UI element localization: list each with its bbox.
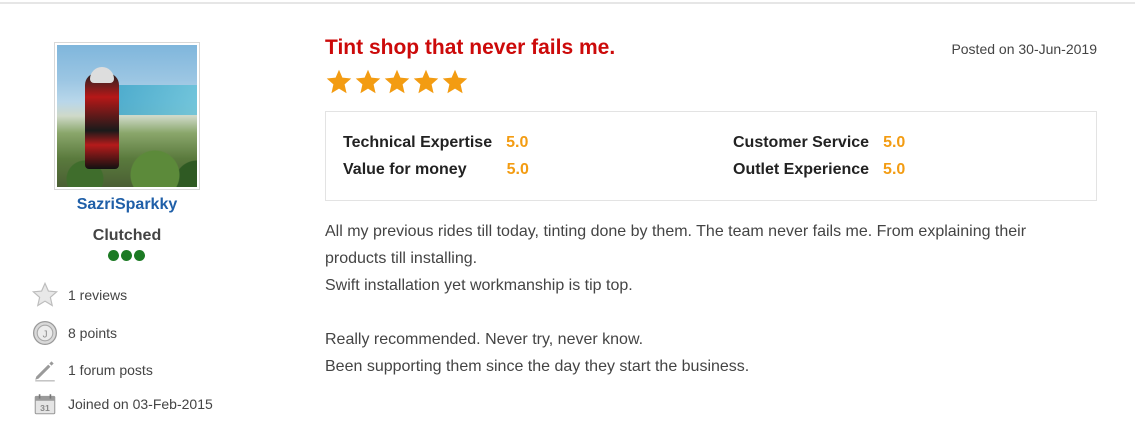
star-icon: [355, 69, 381, 94]
review-body-line: Swift installation yet workmanship is ti…: [325, 277, 633, 294]
calendar-icon: 31: [30, 390, 60, 418]
rating-customer-service: Customer Service 5.0: [733, 134, 905, 152]
review-body: All my previous rides till today, tintin…: [325, 218, 1085, 380]
rating-value: 5.0: [883, 161, 906, 178]
rating-label: Technical Expertise: [343, 134, 493, 151]
svg-text:31: 31: [40, 403, 50, 413]
ratings-box: Technical Expertise 5.0 Customer Service 5…: [325, 111, 1097, 201]
avatar[interactable]: [54, 42, 200, 190]
review-body-line: [325, 299, 1085, 326]
rating-outlet-experience: Outlet Experience 5.0: [733, 161, 905, 179]
star-icon: [326, 69, 352, 94]
rating-technical-expertise: Technical Expertise 5.0: [343, 134, 528, 152]
rank-dot: [108, 250, 119, 261]
star-icon: [384, 69, 410, 94]
rating-label: Value for money: [343, 161, 467, 178]
rating-stars: [325, 68, 469, 96]
pencil-icon: [30, 356, 60, 384]
stat-posts-text: 1 forum posts: [68, 362, 153, 378]
stat-joined: 31 Joined on 03-Feb-2015: [30, 390, 240, 418]
review-body-line: All my previous rides till today, tintin…: [325, 223, 1027, 240]
svg-text:J: J: [43, 329, 48, 340]
stat-reviews: 1 reviews: [30, 281, 240, 309]
review-body-line: products till installing.: [325, 250, 478, 267]
reviewer-rank: Clutched: [92, 227, 162, 244]
review-title[interactable]: Tint shop that never fails me.: [325, 36, 615, 60]
rank-dots: [108, 250, 145, 261]
rating-value: 5.0: [883, 134, 906, 151]
stat-points-text: 8 points: [68, 325, 118, 341]
stat-posts: 1 forum posts: [30, 356, 240, 384]
stat-points: J 8 points: [30, 319, 240, 347]
rank-dot: [134, 250, 145, 261]
stat-joined-text: Joined on 03-Feb-2015: [68, 396, 213, 412]
stat-reviews-text: 1 reviews: [68, 287, 128, 303]
reviewer-username[interactable]: SazriSparkky: [30, 196, 224, 214]
star-icon: [413, 69, 439, 94]
rating-value: 5.0: [506, 134, 529, 151]
rating-label: Outlet Experience: [733, 161, 870, 178]
review-body-line: Really recommended. Never try, never kno…: [325, 331, 644, 348]
posted-date: Posted on 30-Jun-2019: [951, 41, 1097, 57]
rating-label: Customer Service: [733, 134, 870, 151]
avatar-image: [57, 45, 197, 187]
review-body-line: Been supporting them since the day they …: [325, 358, 750, 375]
star-icon: [442, 69, 468, 94]
star-outline-icon: [30, 281, 60, 309]
coin-icon: J: [30, 319, 60, 347]
review-panel: Tint shop that never fails me. Posted on…: [325, 0, 1097, 421]
rank-dot: [121, 250, 132, 261]
rating-value: 5.0: [506, 161, 529, 178]
rating-value-for-money: Value for money 5.0: [343, 161, 529, 179]
